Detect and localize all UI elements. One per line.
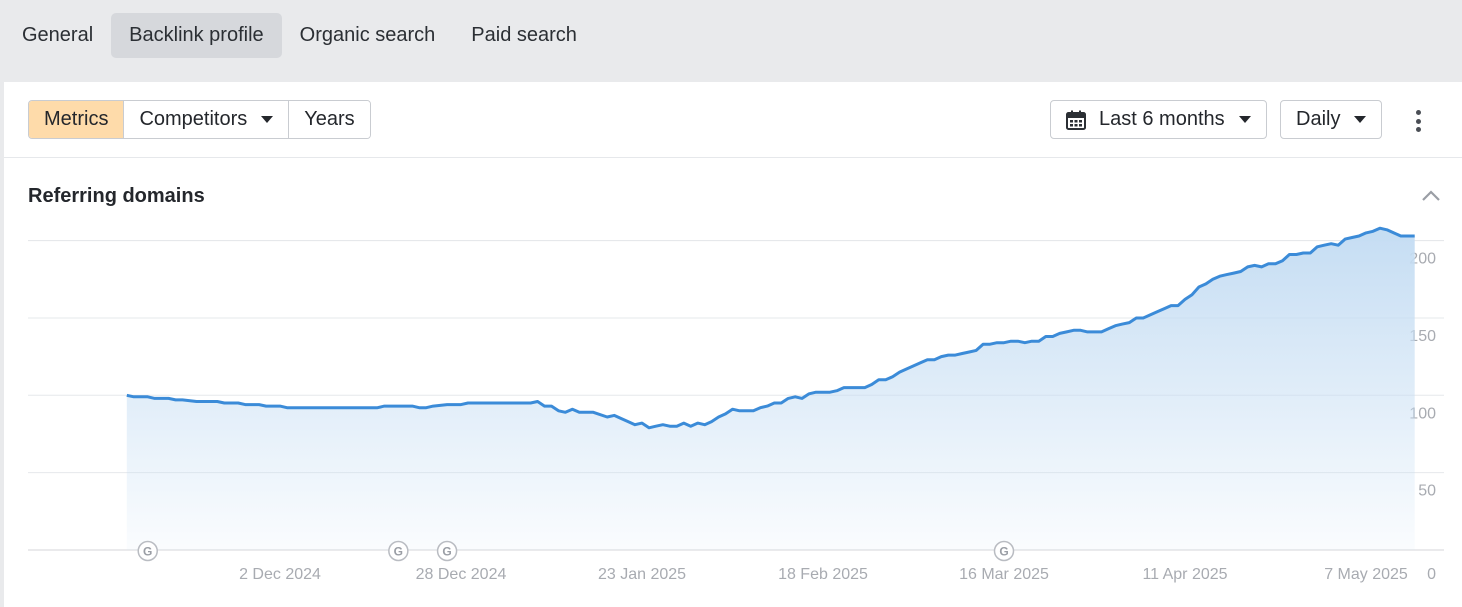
google-update-label: G: [143, 545, 152, 559]
chart-panel: Metrics Competitors Years Last 6 months …: [4, 82, 1462, 607]
tab-backlink-profile[interactable]: Backlink profile: [111, 13, 282, 58]
x-tick-label: 23 Jan 2025: [598, 566, 686, 583]
referring-domains-chart: 0501001502002 Dec 2024 28 Dec 2024 23 Jan …: [28, 226, 1444, 583]
x-tick-label: 28 Dec 2024: [416, 566, 507, 583]
tab-paid-search[interactable]: Paid search: [453, 13, 595, 58]
google-update-label: G: [394, 545, 403, 559]
y-tick-label: 50: [1418, 483, 1436, 500]
x-tick-label: 11 Apr 2025: [1142, 566, 1227, 583]
tab-organic-search[interactable]: Organic search: [282, 13, 454, 58]
x-tick-label: 16 Mar 2025: [959, 566, 1049, 583]
tab-general[interactable]: General: [4, 13, 111, 58]
report-tabs: General Backlink profile Organic search …: [4, 13, 595, 58]
x-tick-label: 7 May 2025: [1324, 566, 1408, 583]
google-update-label: G: [442, 545, 451, 559]
x-tick-label: 18 Feb 2025: [778, 566, 868, 583]
google-update-label: G: [999, 545, 1008, 559]
y-tick-label: 0: [1427, 566, 1436, 583]
x-tick-label: 2 Dec 2024: [239, 566, 321, 583]
